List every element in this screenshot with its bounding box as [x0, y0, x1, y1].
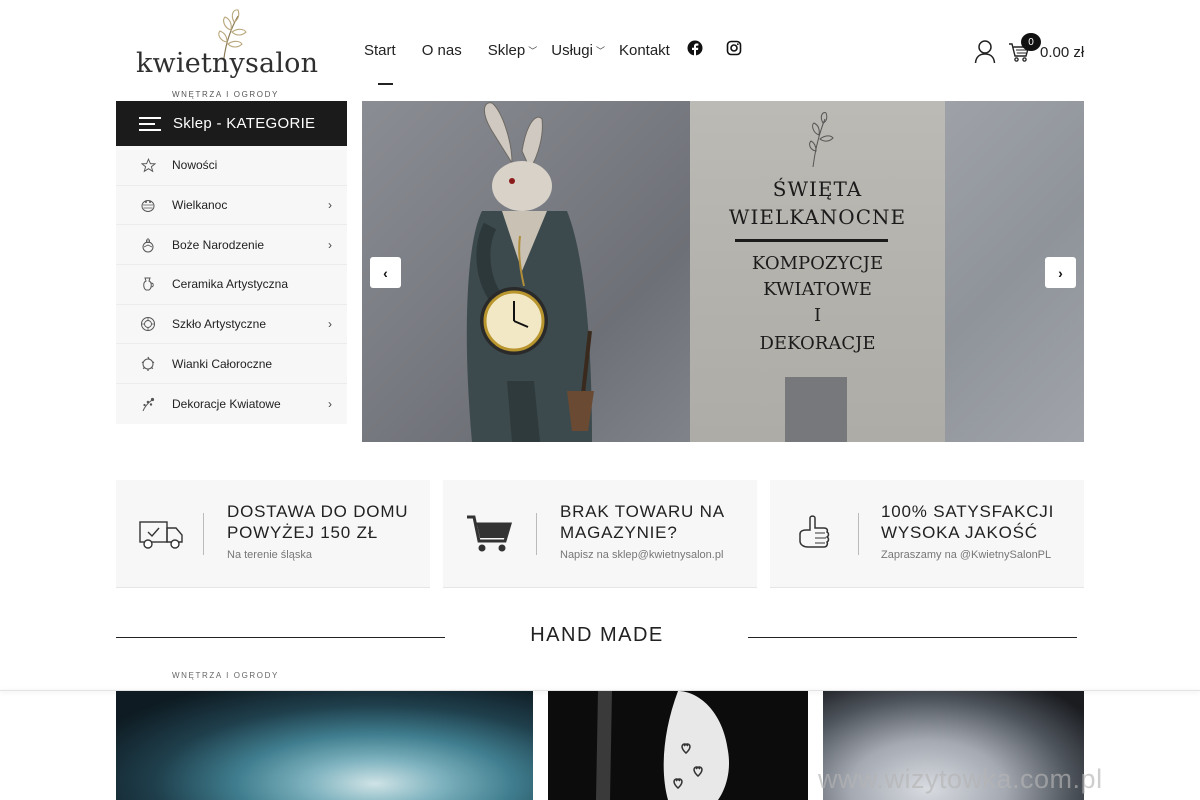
slider-next-button[interactable]: ›: [1045, 257, 1076, 288]
feature-title-line2: POWYŻEJ 150 ZŁ: [227, 523, 379, 542]
cart-count-badge: 0: [1021, 33, 1041, 51]
ceramics-icon: [140, 276, 156, 292]
slide-text-line5: I: [813, 305, 822, 326]
nav-sklep-label: Sklep: [487, 41, 526, 59]
shopping-cart-icon: [467, 515, 513, 552]
glass-icon: [140, 316, 156, 332]
slide-heading-line1: ŚWIĘTA: [772, 177, 863, 201]
thumbs-up-icon: [799, 515, 830, 548]
chevron-right-icon: ›: [328, 396, 332, 411]
feature-title-line2: MAGAZYNIE?: [560, 523, 678, 542]
nav-uslugi-label: Usługi: [551, 41, 593, 59]
category-item-szklo[interactable]: Szkło Artystyczne ›: [116, 305, 347, 345]
category-item-boze-narodzenie[interactable]: Boże Narodzenie ›: [116, 225, 347, 266]
feature-title: 100% SATYSFAKCJI WYSOKA JAKOŚĆ: [881, 501, 1054, 543]
nav-kontakt[interactable]: Kontakt: [619, 42, 670, 59]
brand-name: kwietnysalon: [136, 48, 319, 79]
chevron-right-icon: ›: [328, 237, 332, 252]
nav-start-label: Start: [364, 41, 396, 59]
category-label: Wielkanoc: [172, 198, 228, 213]
feature-delivery: DOSTAWA DO DOMU POWYŻEJ 150 ZŁ Na tereni…: [116, 480, 430, 588]
category-menu-header[interactable]: Sklep - KATEGORIE: [116, 101, 347, 146]
chevron-down-icon: ﹀: [528, 45, 538, 56]
feature-divider: [858, 513, 859, 555]
nav-sklep[interactable]: Sklep ﹀: [488, 42, 538, 59]
nav-uslugi[interactable]: Usługi ﹀: [551, 42, 605, 59]
category-item-wielkanoc[interactable]: Wielkanoc ›: [116, 186, 347, 226]
easter-egg-icon: [140, 197, 156, 213]
glass-art-image: [596, 691, 730, 800]
chevron-right-icon: ›: [328, 198, 332, 213]
slide-decor-box: [785, 377, 847, 442]
delivery-truck-icon: [139, 521, 183, 549]
rabbit-figurine-image: [466, 102, 594, 442]
chevron-down-icon: ﹀: [595, 45, 605, 56]
category-label: Dekoracje Kwiatowe: [172, 396, 281, 411]
feature-subtitle: Na terenie śląska: [227, 549, 312, 561]
category-label: Wianki Całoroczne: [172, 356, 273, 371]
slide-text-line3: KOMPOZYCJE: [751, 253, 884, 274]
facebook-icon[interactable]: [687, 40, 703, 56]
chevron-left-icon: ‹: [383, 264, 388, 281]
category-label: Szkło Artystyczne: [172, 317, 267, 332]
category-item-dekoracje[interactable]: Dekoracje Kwiatowe ›: [116, 384, 347, 424]
feature-title-line2: WYSOKA JAKOŚĆ: [881, 523, 1038, 542]
section-divider-left: [116, 637, 445, 638]
product-image-glass-hearts[interactable]: [548, 691, 808, 800]
site-header: kwietnysalon WNĘTRZA I OGRODY Start O na…: [0, 0, 1200, 100]
main-nav: Start O nas Sklep ﹀ Usługi ﹀ Kontakt: [364, 40, 696, 60]
nav-start[interactable]: Start: [364, 42, 396, 59]
slide-photo-rabbit: [362, 101, 690, 442]
chevron-right-icon: ›: [1058, 264, 1063, 281]
hero-slider[interactable]: ŚWIĘTA WIELKANOCNE KOMPOZYCJE KWIATOWE I…: [362, 101, 1084, 442]
feature-subtitle[interactable]: Zapraszamy na @KwietnySalonPL: [881, 549, 1051, 561]
sticky-header-tagline: WNĘTRZA I OGRODY: [172, 671, 279, 680]
feature-title-line1: DOSTAWA DO DOMU: [227, 502, 409, 521]
category-label: Ceramika Artystyczna: [172, 277, 289, 292]
product-image-ceramic-plate[interactable]: [116, 691, 533, 800]
chevron-right-icon: ›: [328, 317, 332, 332]
nav-o-nas[interactable]: O nas: [422, 42, 462, 59]
feature-out-of-stock: BRAK TOWARU NA MAGAZYNIE? Napisz na skle…: [443, 480, 757, 588]
category-label: Boże Narodzenie: [172, 237, 265, 252]
feature-title-line1: 100% SATYSFAKCJI: [881, 502, 1055, 521]
logo[interactable]: kwietnysalon WNĘTRZA I OGRODY: [132, 8, 318, 99]
feature-satisfaction: 100% SATYSFAKCJI WYSOKA JAKOŚĆ Zapraszam…: [770, 480, 1084, 588]
slide-caption: ŚWIĘTA WIELKANOCNE KOMPOZYCJE KWIATOWE I…: [690, 101, 945, 442]
category-menu-title: Sklep - KATEGORIE: [173, 115, 316, 132]
leaf-logo-icon: [809, 112, 834, 167]
brand-tagline: WNĘTRZA I OGRODY: [172, 90, 279, 99]
nav-o-nas-label: O nas: [421, 41, 462, 59]
christmas-ornament-icon: [140, 237, 156, 253]
user-account-icon[interactable]: [974, 40, 996, 64]
slide-text-line6: DEKORACJE: [759, 333, 876, 354]
feature-divider: [536, 513, 537, 555]
star-icon: [140, 157, 156, 173]
feature-title: DOSTAWA DO DOMU POWYŻEJ 150 ZŁ: [227, 501, 408, 543]
hamburger-icon: [139, 116, 161, 131]
feature-title-line1: BRAK TOWARU NA: [560, 502, 725, 521]
category-list: Nowości Wielkanoc › Boże Narodzenie › Ce…: [116, 146, 347, 424]
nav-kontakt-label: Kontakt: [618, 41, 670, 59]
instagram-icon[interactable]: [726, 40, 742, 56]
category-item-wianki[interactable]: Wianki Całoroczne: [116, 344, 347, 385]
feature-title: BRAK TOWARU NA MAGAZYNIE?: [560, 501, 725, 543]
category-item-ceramika[interactable]: Ceramika Artystyczna: [116, 265, 347, 305]
category-label: Nowości: [172, 158, 218, 173]
section-divider-right: [748, 637, 1077, 638]
wreath-icon: [140, 356, 156, 372]
nav-active-indicator: [378, 83, 393, 85]
category-item-nowosci[interactable]: Nowości: [116, 146, 347, 186]
slide-divider: [735, 239, 888, 242]
slide-text-line4: KWIATOWE: [763, 279, 872, 300]
slider-prev-button[interactable]: ‹: [370, 257, 401, 288]
feature-subtitle[interactable]: Napisz na sklep@kwietnysalon.pl: [560, 549, 723, 561]
watermark-text: www.wizytowka.com.pl: [818, 764, 1103, 794]
slide-heading-line2: WIELKANOCNE: [728, 205, 907, 229]
flower-icon: [140, 396, 156, 412]
feature-divider: [203, 513, 204, 555]
section-title: HAND MADE: [530, 624, 664, 646]
cart-total[interactable]: 0.00 zł: [1040, 44, 1084, 61]
